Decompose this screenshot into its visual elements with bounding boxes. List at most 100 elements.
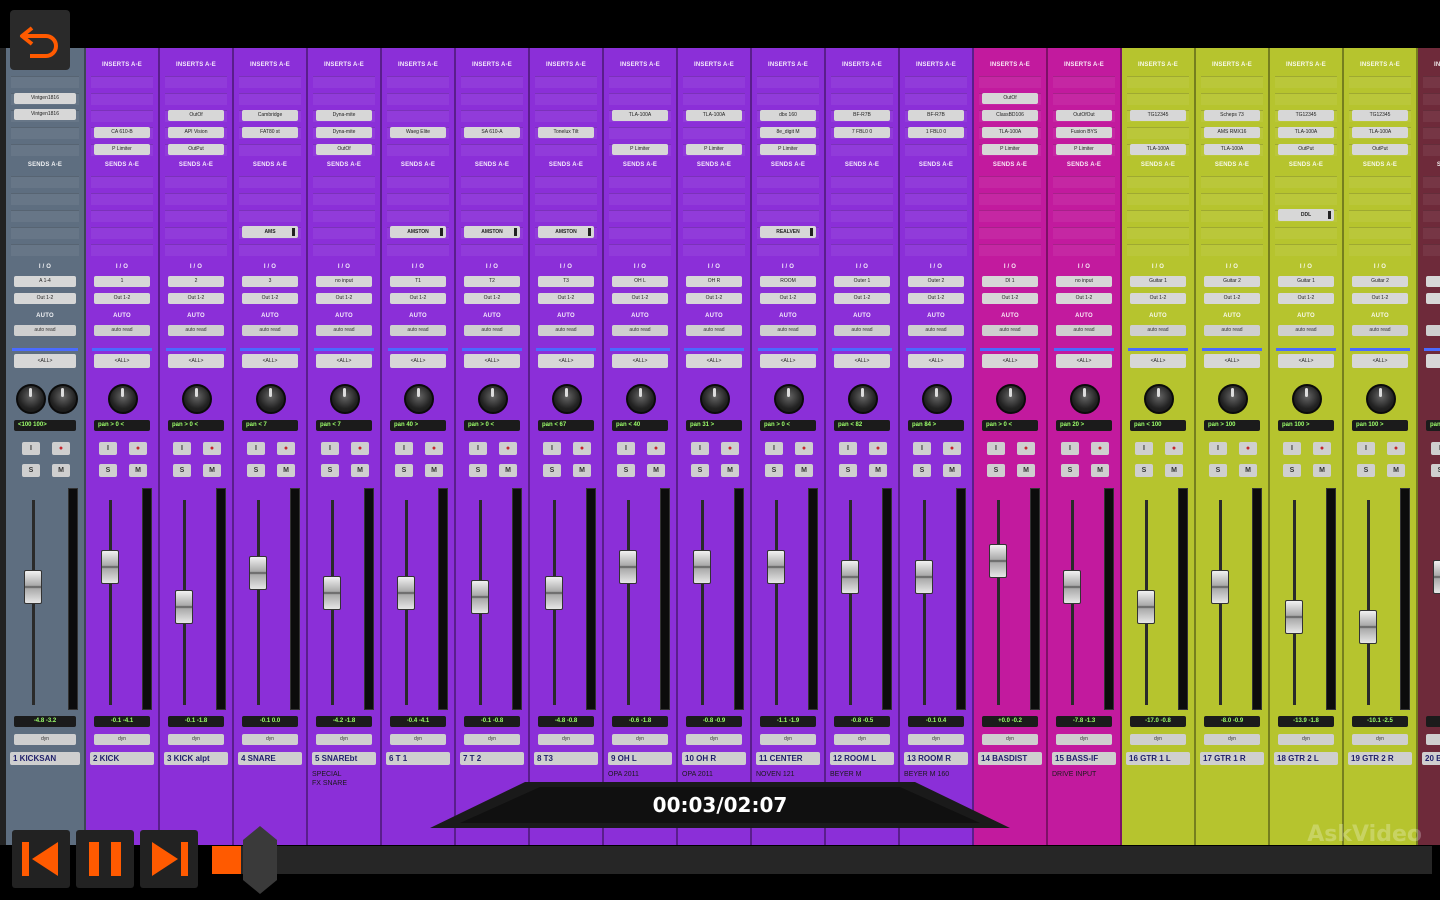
- insert-slot[interactable]: [683, 76, 745, 88]
- dyn-button[interactable]: dyn: [316, 734, 372, 745]
- volume-fader[interactable]: [915, 560, 933, 594]
- input-selector[interactable]: [1426, 276, 1440, 287]
- send-slot[interactable]: [979, 244, 1041, 256]
- send-slot[interactable]: [1127, 244, 1189, 256]
- mute-button[interactable]: M: [1017, 464, 1035, 477]
- record-button[interactable]: ●: [1091, 442, 1109, 455]
- automation-mode[interactable]: auto read: [316, 325, 372, 336]
- insert-plugin[interactable]: OutOf: [982, 93, 1038, 104]
- insert-plugin[interactable]: TG12345: [1130, 110, 1186, 121]
- send-assignment[interactable]: AMSTON: [538, 226, 594, 238]
- insert-plugin[interactable]: TLA-100A: [1204, 144, 1260, 155]
- group-selector[interactable]: <ALL>: [242, 354, 298, 368]
- insert-slot[interactable]: [609, 76, 671, 88]
- volume-fader[interactable]: [1285, 600, 1303, 634]
- insert-plugin[interactable]: TLA-100A: [1130, 144, 1186, 155]
- solo-button[interactable]: S: [765, 464, 783, 477]
- output-selector[interactable]: Out 1-2: [464, 293, 520, 304]
- dyn-button[interactable]: dyn: [1056, 734, 1112, 745]
- record-button[interactable]: ●: [277, 442, 295, 455]
- insert-slot[interactable]: [831, 144, 893, 156]
- group-selector[interactable]: <ALL>: [14, 354, 76, 368]
- insert-slot[interactable]: [1275, 76, 1337, 88]
- send-slot[interactable]: [1127, 193, 1189, 205]
- insert-plugin[interactable]: SA 610-A: [464, 127, 520, 138]
- insert-slot[interactable]: [757, 76, 819, 88]
- output-selector[interactable]: Out 1-2: [908, 293, 964, 304]
- record-button[interactable]: ●: [1165, 442, 1183, 455]
- input-selector[interactable]: Guitar 2: [1352, 276, 1408, 287]
- send-slot[interactable]: [165, 176, 227, 188]
- insert-slot[interactable]: [11, 76, 79, 88]
- dyn-button[interactable]: dyn: [834, 734, 890, 745]
- track-name[interactable]: 9 OH L: [608, 752, 672, 765]
- dyn-button[interactable]: dyn: [1130, 734, 1186, 745]
- automation-mode[interactable]: auto read: [168, 325, 224, 336]
- insert-slot[interactable]: [239, 144, 301, 156]
- send-slot[interactable]: [757, 244, 819, 256]
- send-slot[interactable]: [831, 227, 893, 239]
- record-button[interactable]: ●: [129, 442, 147, 455]
- input-selector[interactable]: Outer 2: [908, 276, 964, 287]
- output-selector[interactable]: Out 1-2: [14, 293, 76, 304]
- volume-fader[interactable]: [841, 560, 859, 594]
- record-button[interactable]: ●: [203, 442, 221, 455]
- input-selector[interactable]: OH R: [686, 276, 742, 287]
- insert-slot[interactable]: [387, 93, 449, 105]
- insert-plugin[interactable]: TLA-100A: [982, 127, 1038, 138]
- insert-plugin[interactable]: 7 FBL0 0: [834, 127, 890, 138]
- send-slot[interactable]: [313, 176, 375, 188]
- automation-mode[interactable]: auto read: [1352, 325, 1408, 336]
- insert-slot[interactable]: [387, 110, 449, 122]
- insert-plugin[interactable]: TG12345: [1352, 110, 1408, 121]
- input-selector[interactable]: Guitar 1: [1278, 276, 1334, 287]
- dyn-button[interactable]: dyn: [464, 734, 520, 745]
- send-slot[interactable]: [1423, 227, 1440, 239]
- pan-knob[interactable]: [626, 384, 656, 414]
- insert-slot[interactable]: [1423, 144, 1440, 156]
- send-slot[interactable]: [1201, 244, 1263, 256]
- insert-slot[interactable]: [165, 76, 227, 88]
- automation-mode[interactable]: auto read: [94, 325, 150, 336]
- solo-button[interactable]: S: [1061, 464, 1079, 477]
- track-name[interactable]: 17 GTR 1 R: [1200, 752, 1264, 765]
- pan-knob[interactable]: [922, 384, 952, 414]
- volume-fader[interactable]: [619, 550, 637, 584]
- insert-plugin[interactable]: P Limiter: [760, 144, 816, 155]
- volume-fader[interactable]: [397, 576, 415, 610]
- send-slot[interactable]: [1127, 227, 1189, 239]
- input-monitor-button[interactable]: I: [1357, 442, 1375, 455]
- send-slot[interactable]: [757, 176, 819, 188]
- record-button[interactable]: ●: [425, 442, 443, 455]
- mute-button[interactable]: M: [499, 464, 517, 477]
- send-slot[interactable]: [831, 193, 893, 205]
- insert-plugin[interactable]: TG12345: [1278, 110, 1334, 121]
- send-slot[interactable]: [757, 210, 819, 222]
- automation-mode[interactable]: auto read: [390, 325, 446, 336]
- track-name[interactable]: 6 T 1: [386, 752, 450, 765]
- dyn-button[interactable]: dyn: [168, 734, 224, 745]
- record-button[interactable]: ●: [943, 442, 961, 455]
- output-selector[interactable]: Out 1-2: [316, 293, 372, 304]
- insert-slot[interactable]: [1127, 127, 1189, 139]
- send-slot[interactable]: [1275, 193, 1337, 205]
- send-slot[interactable]: [1423, 176, 1440, 188]
- automation-mode[interactable]: auto read: [612, 325, 668, 336]
- send-slot[interactable]: [461, 244, 523, 256]
- send-slot[interactable]: [683, 193, 745, 205]
- send-assignment[interactable]: AMS: [242, 226, 298, 238]
- send-slot[interactable]: [313, 227, 375, 239]
- input-selector[interactable]: T1: [390, 276, 446, 287]
- record-button[interactable]: ●: [1239, 442, 1257, 455]
- insert-plugin[interactable]: P Limiter: [612, 144, 668, 155]
- group-selector[interactable]: <ALL>: [760, 354, 816, 368]
- mute-button[interactable]: M: [351, 464, 369, 477]
- send-slot[interactable]: [1275, 176, 1337, 188]
- automation-mode[interactable]: auto read: [14, 325, 76, 336]
- automation-mode[interactable]: auto read: [242, 325, 298, 336]
- volume-fader[interactable]: [693, 550, 711, 584]
- input-monitor-button[interactable]: I: [247, 442, 265, 455]
- volume-fader[interactable]: [24, 570, 42, 604]
- insert-plugin[interactable]: CA 610-B: [94, 127, 150, 138]
- output-selector[interactable]: Out 1-2: [1130, 293, 1186, 304]
